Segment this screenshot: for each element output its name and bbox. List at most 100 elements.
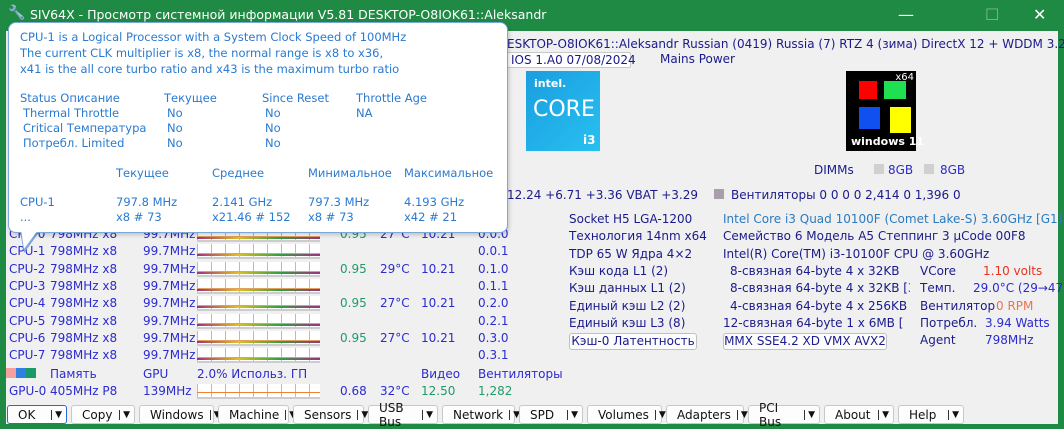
sensor-value: 29.0°C (29→47) — [973, 281, 1064, 296]
intel-text: intel. — [534, 77, 567, 90]
graph-line — [197, 237, 320, 239]
stat-cell: ... — [20, 210, 31, 224]
status-header: Текущее — [164, 91, 217, 105]
cpu-topology-id: 0.0.1 — [478, 244, 509, 259]
stat-cell: x8 # 73 — [308, 210, 354, 224]
dropdown-arrow-icon[interactable]: ▼ — [804, 409, 815, 420]
cpu-topology-id: 0.1.0 — [478, 261, 509, 276]
video-label: Видео — [421, 367, 461, 381]
graph-line — [197, 236, 320, 237]
status-header: Since Reset — [262, 91, 329, 105]
cpu-name[interactable]: CPU-4 — [9, 296, 45, 310]
cpu-ratio: 0.95 — [340, 330, 367, 345]
stat-cell: x8 # 73 — [116, 210, 162, 224]
system-summary: ESKTOP-O8IOK61::Aleksandr Russian (0419)… — [507, 37, 1064, 51]
graph-line — [197, 306, 320, 309]
dropdown-arrow-icon[interactable]: ▼ — [422, 409, 433, 420]
cpu-name[interactable]: CPU-5 — [9, 314, 45, 328]
sensor-label: VCore — [920, 264, 956, 278]
cpu-info-label: Единый кэш L3 (8) — [569, 315, 686, 330]
dropdown-arrow-icon[interactable]: ▼ — [736, 409, 748, 420]
gpu-freq: 405MHz P8 — [50, 384, 118, 398]
bios-field[interactable]: IOS 1.A0 07/08/2024 — [507, 52, 636, 68]
cpu-name[interactable]: CPU-3 — [9, 279, 45, 293]
dropdown-arrow-icon[interactable]: ▼ — [567, 409, 578, 420]
usb-bus-button[interactable]: USB Bus ▼ — [368, 401, 438, 429]
help-button[interactable]: Help ▼ — [898, 405, 964, 424]
graph-line — [197, 288, 320, 291]
graph-line — [197, 340, 320, 343]
dropdown-arrow-icon[interactable]: ▼ — [654, 409, 666, 420]
graph-line — [197, 254, 320, 257]
graph-line — [197, 287, 320, 289]
button-label: OK — [18, 407, 36, 422]
button-label: Adapters — [677, 407, 731, 422]
gpu-label: GPU — [143, 367, 169, 381]
dropdown-arrow-icon[interactable]: ▼ — [51, 409, 62, 420]
machine-button[interactable]: Machine▼ — [218, 405, 296, 424]
cpu-topology-id: 0.3.0 — [478, 330, 509, 345]
maximize-button[interactable]: ☐ — [985, 5, 999, 24]
copy-button[interactable]: Copy ▼ — [71, 405, 135, 424]
volumes-button[interactable]: Volumes ▼ — [587, 405, 666, 424]
sensor-label: Agent — [920, 333, 956, 348]
spd-button[interactable]: SPD ▼ — [519, 405, 583, 424]
cpu-info-value: Intel Core i3 Quad 10100F (Comet Lake-S)… — [723, 212, 1063, 226]
pci-bus-button[interactable]: PCI Bus ▼ — [748, 401, 820, 429]
adapters-button[interactable]: Adapters ▼ — [666, 405, 748, 424]
memory-label: Память — [50, 367, 97, 381]
cpu-features-button[interactable]: MMX SSE4.2 XD VMX AVX2 — [723, 333, 887, 350]
cpu-bus-speed: 99.7MHz — [143, 313, 196, 328]
cpu-load-graph — [197, 278, 320, 294]
cpu-bus-speed: 99.7MHz — [143, 348, 196, 363]
button-label: Help — [909, 407, 937, 422]
status-cell: No — [167, 106, 183, 120]
tooltip-line: x41 is the all core turbo ratio and x43 … — [20, 62, 400, 76]
about-button[interactable]: About ▼ — [824, 405, 894, 424]
yellow-square — [890, 107, 911, 133]
cpu-bus-speed: 99.7MHz — [143, 244, 196, 259]
windows-button[interactable]: Windows▼ — [139, 405, 221, 424]
gpu-fans: 1,282 — [478, 384, 513, 398]
cpu-load-graph — [197, 313, 320, 329]
cpu-info-label: Технология 14nm x64 — [569, 229, 707, 244]
cpu-topology-id: 0.2.1 — [478, 313, 509, 328]
ok-button[interactable]: OK ▼ — [7, 405, 67, 424]
dimm-2[interactable]: 8GB — [940, 163, 965, 177]
network-button[interactable]: Network ▼ — [442, 405, 520, 424]
button-label: USB Bus — [379, 400, 404, 429]
cpu-name[interactable]: CPU-6 — [9, 331, 45, 345]
stat-cell: x21.46 # 152 — [212, 210, 291, 224]
dropdown-arrow-icon[interactable]: ▼ — [119, 409, 130, 420]
cpu-frequency: 798MHz x8 — [50, 278, 118, 293]
window-title: SIV64X - Просмотр системной информации V… — [30, 7, 547, 22]
close-button[interactable]: ✕ — [1033, 5, 1046, 24]
cpu-name[interactable]: CPU-7 — [9, 348, 45, 362]
minimize-button[interactable]: — — [898, 5, 914, 24]
graph-line — [197, 271, 320, 274]
cpu-name[interactable]: CPU-2 — [9, 262, 45, 276]
gpu-name[interactable]: GPU-0 — [9, 384, 46, 398]
status-cell: No — [167, 136, 183, 150]
dropdown-arrow-icon[interactable]: ▼ — [357, 409, 368, 420]
dropdown-arrow-icon[interactable]: ▼ — [948, 409, 959, 420]
dimm-1[interactable]: 8GB — [888, 163, 913, 177]
app-icon: 🔧 — [8, 5, 26, 21]
graph-line — [197, 270, 320, 272]
button-label: Volumes — [598, 407, 649, 422]
dropdown-arrow-icon[interactable]: ▼ — [878, 409, 889, 420]
stat-cell: 797.3 MHz — [308, 195, 370, 209]
button-label: Network — [453, 407, 504, 422]
cpu-info-label: Кэш данных L1 (2) — [569, 281, 686, 296]
memory-color-icon — [6, 368, 16, 378]
cpu-load-graph — [197, 348, 320, 364]
cpu-topology-id: 0.2.0 — [478, 296, 509, 311]
cpu-frequency: 798MHz x8 — [50, 348, 118, 363]
graph-line — [197, 305, 320, 307]
graph-line — [197, 323, 320, 326]
status-cell: No — [265, 106, 281, 120]
cache-latency-button[interactable]: Кэш-0 Латентность — [569, 333, 697, 350]
sensors-button[interactable]: Sensors ▼ — [293, 405, 368, 424]
cpu-frequency: 798MHz x8 — [50, 313, 118, 328]
cpu-value: 10.21 — [421, 261, 456, 276]
